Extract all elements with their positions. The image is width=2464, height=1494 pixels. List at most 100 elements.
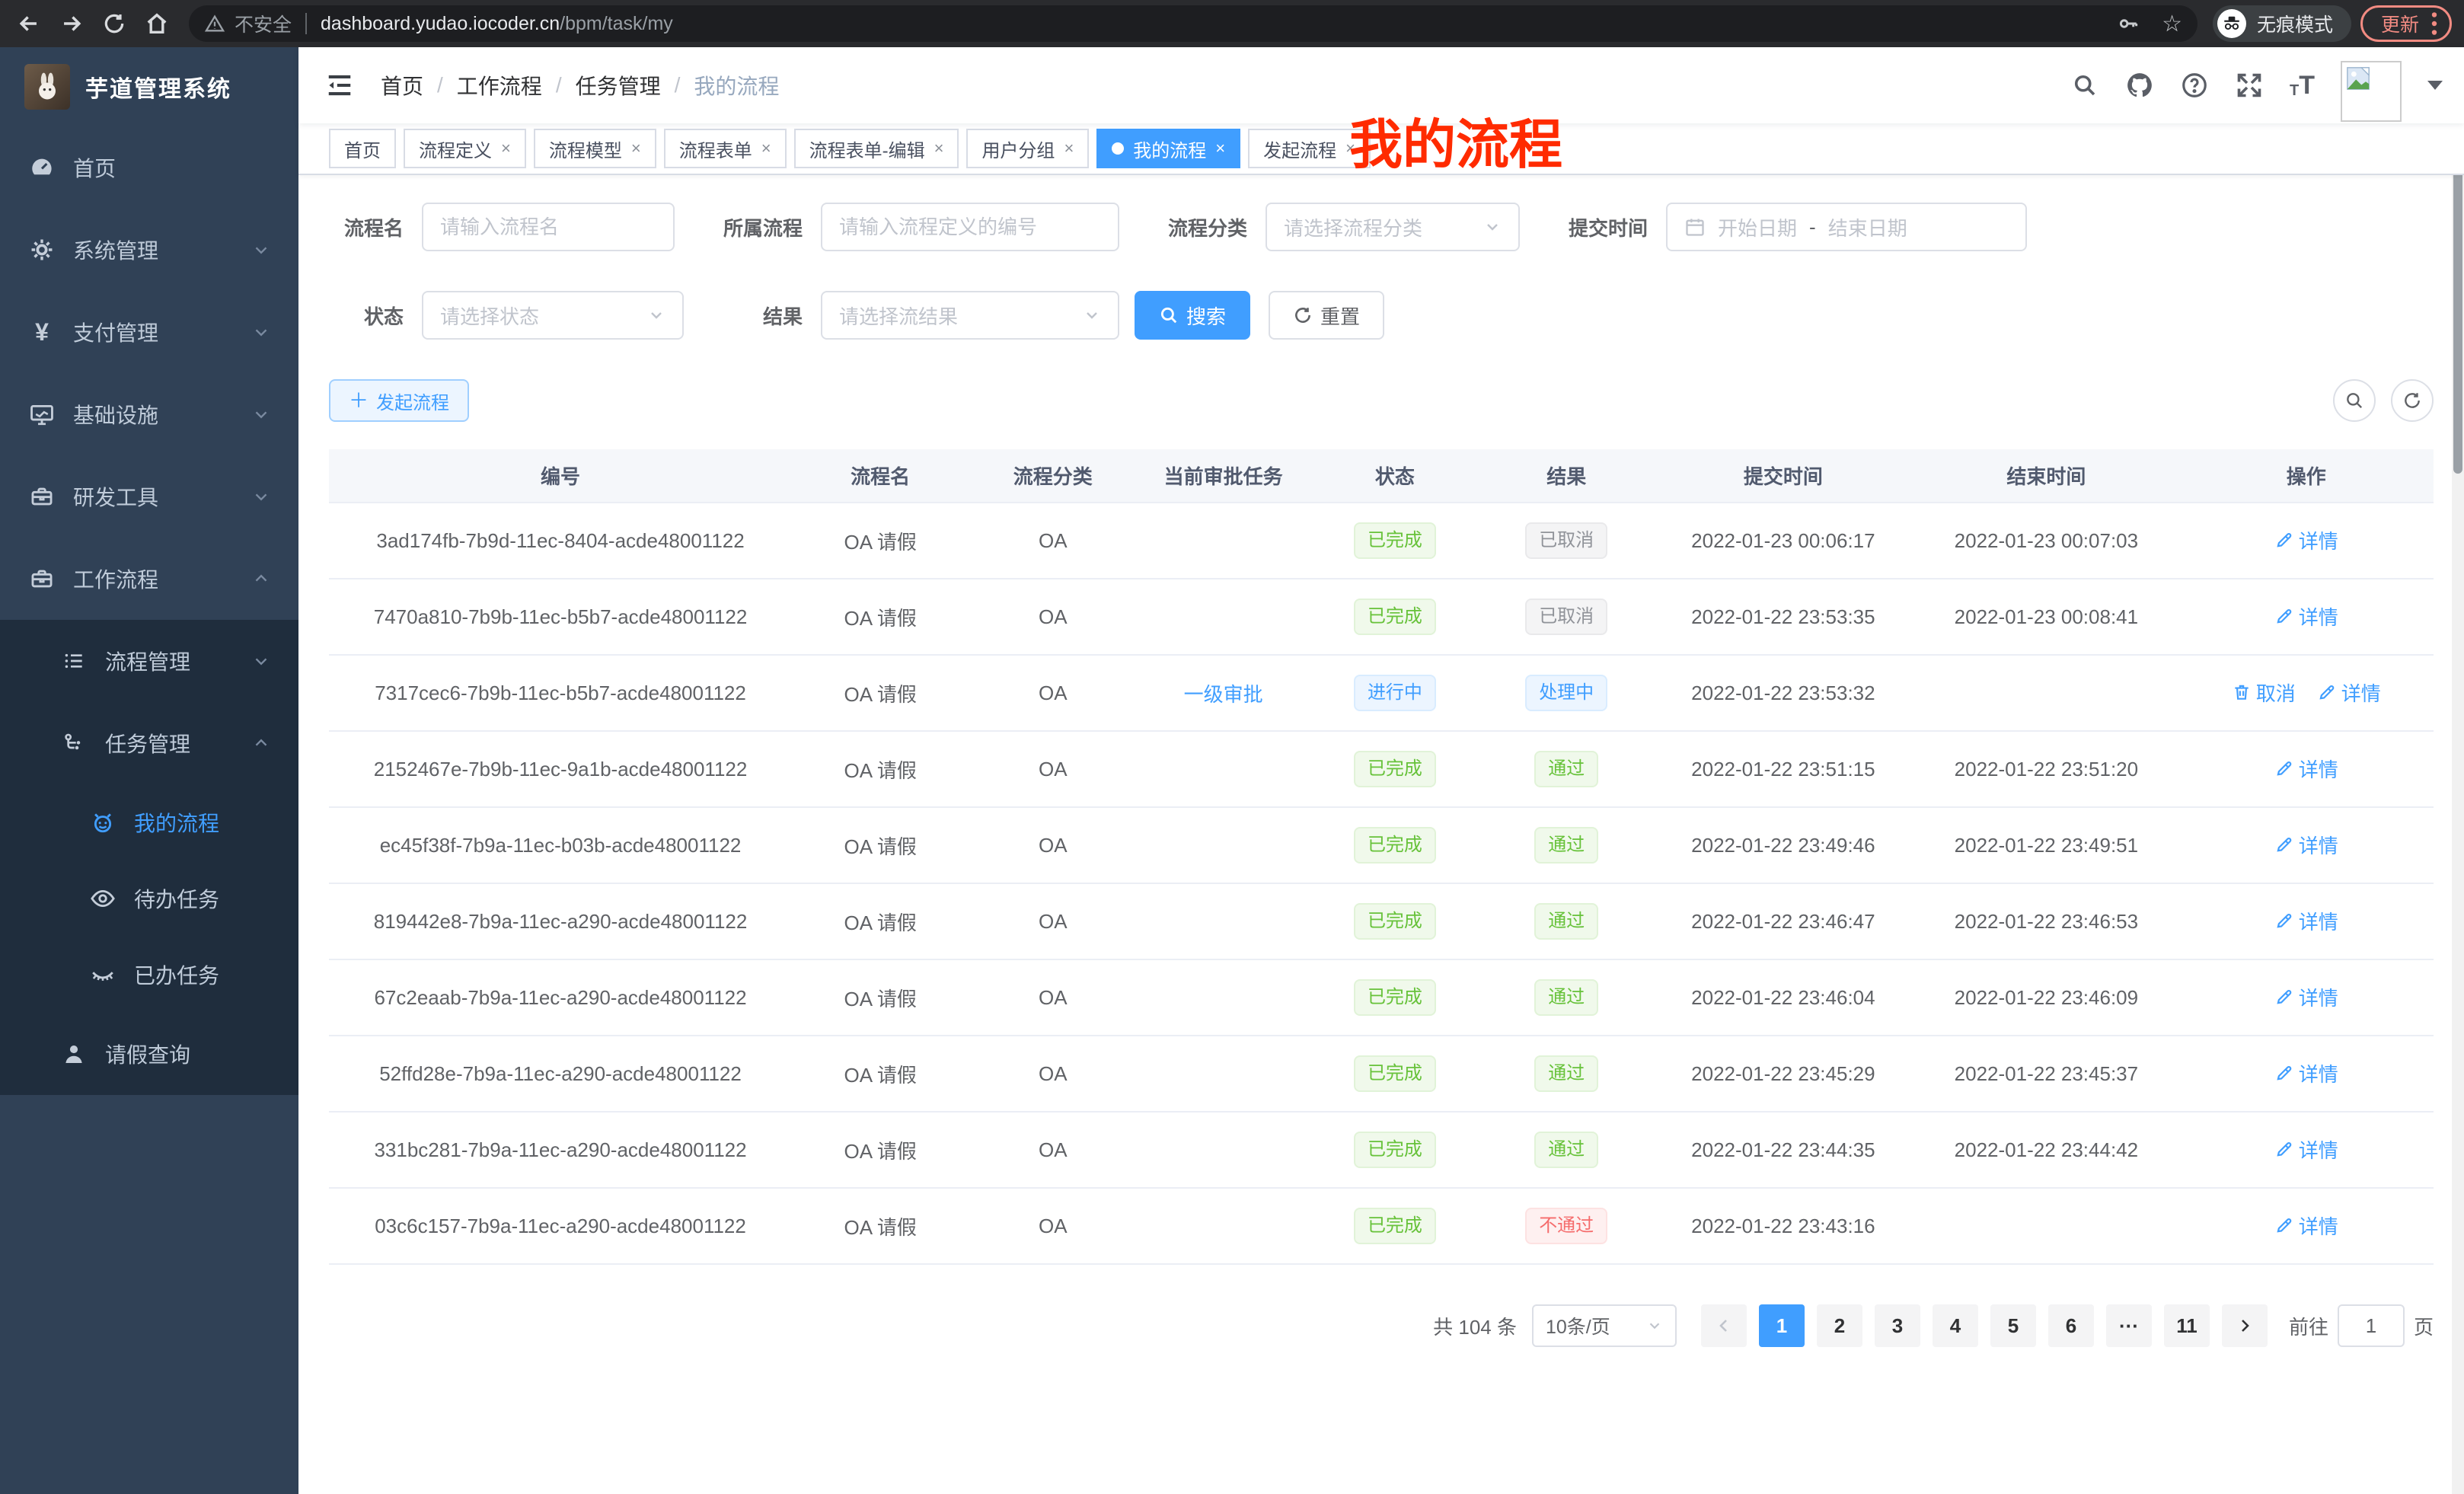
reset-button[interactable]: 重置 <box>1269 291 1384 340</box>
app-logo-row[interactable]: 芋道管理系统 <box>0 47 298 126</box>
browser-update-button[interactable]: 更新 <box>2360 5 2452 42</box>
page-size-select[interactable]: 10条/页 <box>1532 1304 1677 1347</box>
row-action-详情[interactable]: 详情 <box>2274 1059 2338 1087</box>
row-action-详情[interactable]: 详情 <box>2274 831 2338 859</box>
tab-我的流程[interactable]: 我的流程 × <box>1096 129 1240 168</box>
tab-流程模型[interactable]: 流程模型× <box>534 129 656 168</box>
close-icon[interactable]: × <box>761 139 771 158</box>
gear-icon <box>29 237 55 263</box>
pager-page-11[interactable]: 11 <box>2164 1304 2210 1347</box>
cell-category: OA <box>969 579 1137 655</box>
row-action-取消[interactable]: 取消 <box>2232 678 2296 707</box>
close-icon[interactable]: × <box>1064 139 1074 158</box>
sidebar-item-10[interactable]: 已办任务 <box>0 937 298 1013</box>
edit-icon <box>2274 758 2294 778</box>
pager-more[interactable]: ··· <box>2106 1304 2152 1347</box>
address-bar[interactable]: 不安全 dashboard.yudao.iocoder.cn/bpm/task/… <box>189 5 2197 42</box>
close-icon[interactable]: × <box>934 139 944 158</box>
help-icon[interactable] <box>2180 71 2209 100</box>
breadcrumb-item[interactable]: 任务管理 <box>576 70 661 101</box>
sidebar-item-1[interactable]: 系统管理 <box>0 209 298 291</box>
sidebar-item-label: 支付管理 <box>73 317 158 347</box>
breadcrumb: 首页/工作流程/任务管理/我的流程 <box>381 70 779 101</box>
row-action-详情[interactable]: 详情 <box>2274 907 2338 935</box>
search-button[interactable]: 搜索 <box>1135 291 1250 340</box>
fullscreen-icon[interactable] <box>2235 71 2264 100</box>
sidebar-item-0[interactable]: 首页 <box>0 126 298 209</box>
pager-page-1[interactable]: 1 <box>1759 1304 1805 1347</box>
current-task-link[interactable]: 一级审批 <box>1184 679 1263 707</box>
sidebar-item-label: 我的流程 <box>134 807 219 838</box>
breadcrumb-item[interactable]: 首页 <box>381 70 423 101</box>
github-icon[interactable] <box>2125 71 2154 100</box>
pager-page-6[interactable]: 6 <box>2048 1304 2094 1347</box>
search-icon[interactable] <box>2070 71 2099 100</box>
row-action-详情[interactable]: 详情 <box>2274 983 2338 1011</box>
column-header: 结束时间 <box>1913 449 2178 503</box>
cell-submit-time: 2022-01-23 00:06:17 <box>1653 503 1914 579</box>
browser-back-icon[interactable] <box>12 7 46 40</box>
close-icon[interactable]: × <box>631 139 641 158</box>
pager-page-3[interactable]: 3 <box>1875 1304 1920 1347</box>
process-definition-input[interactable] <box>821 203 1119 251</box>
cell-name: OA 请假 <box>792 503 969 579</box>
hamburger-icon[interactable] <box>323 69 356 102</box>
row-action-详情[interactable]: 详情 <box>2274 1211 2338 1240</box>
bookmark-star-icon[interactable]: ☆ <box>2162 11 2182 37</box>
sidebar-item-9[interactable]: 待办任务 <box>0 860 298 937</box>
tab-流程表单[interactable]: 流程表单× <box>664 129 787 168</box>
close-icon[interactable]: × <box>501 139 511 158</box>
password-key-icon[interactable] <box>2116 11 2140 36</box>
next-page-button[interactable] <box>2222 1304 2268 1347</box>
tab-用户分组[interactable]: 用户分组× <box>966 129 1089 168</box>
tab-流程定义[interactable]: 流程定义× <box>404 129 526 168</box>
browser-forward-icon[interactable] <box>55 7 88 40</box>
tab-流程表单-编辑[interactable]: 流程表单-编辑× <box>794 129 959 168</box>
sidebar-item-11[interactable]: 请假查询 <box>0 1013 298 1095</box>
cell-result: 已取消 <box>1480 503 1653 579</box>
pager-page-5[interactable]: 5 <box>1990 1304 2036 1347</box>
row-action-详情[interactable]: 详情 <box>2317 678 2381 707</box>
result-select[interactable]: 请选择流结果 <box>821 291 1119 340</box>
goto-page-input[interactable] <box>2338 1304 2405 1347</box>
row-action-详情[interactable]: 详情 <box>2274 755 2338 783</box>
fontsize-icon[interactable]: TT <box>2290 72 2315 98</box>
sidebar-item-7[interactable]: 任务管理 <box>0 702 298 784</box>
row-action-详情[interactable]: 详情 <box>2274 1135 2338 1164</box>
create-process-button[interactable]: ＋ 发起流程 <box>329 379 469 422</box>
pager-page-4[interactable]: 4 <box>1933 1304 1978 1347</box>
category-select[interactable]: 请选择流程分类 <box>1266 203 1520 251</box>
sidebar-item-4[interactable]: 研发工具 <box>0 455 298 538</box>
browser-home-icon[interactable] <box>140 7 174 40</box>
status-select[interactable]: 请选择状态 <box>422 291 684 340</box>
row-action-详情[interactable]: 详情 <box>2274 526 2338 554</box>
avatar-caret-icon[interactable] <box>2427 81 2443 90</box>
sidebar-item-3[interactable]: 基础设施 <box>0 373 298 455</box>
prev-page-button[interactable] <box>1701 1304 1747 1347</box>
submit-time-range-picker[interactable]: 开始日期 - 结束日期 <box>1666 203 2027 251</box>
browser-reload-icon[interactable] <box>97 7 131 40</box>
cell-task <box>1137 883 1310 959</box>
browser-toolbar: 不安全 dashboard.yudao.iocoder.cn/bpm/task/… <box>0 0 2464 47</box>
breadcrumb-item[interactable]: 工作流程 <box>457 70 542 101</box>
row-action-label: 详情 <box>2299 1135 2338 1164</box>
cell-end-time: 2022-01-22 23:49:51 <box>1913 807 2178 883</box>
sidebar-item-8[interactable]: 我的流程 <box>0 784 298 860</box>
pager-page-2[interactable]: 2 <box>1817 1304 1862 1347</box>
browser-menu-dots-icon[interactable] <box>2431 11 2437 36</box>
sidebar-item-6[interactable]: 流程管理 <box>0 620 298 702</box>
page-content: 流程名 所属流程 流程分类 请选择流程分类 提交时间 开始日期 - 结束日期 <box>298 175 2464 1494</box>
tab-label: 我的流程 <box>1133 136 1206 162</box>
toggle-search-button[interactable] <box>2333 379 2376 422</box>
process-name-input[interactable] <box>422 203 675 251</box>
cell-submit-time: 2022-01-22 23:44:35 <box>1653 1112 1914 1188</box>
sidebar-item-5[interactable]: 工作流程 <box>0 538 298 620</box>
avatar[interactable] <box>2341 61 2402 122</box>
tab-首页[interactable]: 首页 <box>329 129 396 168</box>
close-icon[interactable]: × <box>1215 139 1225 158</box>
refresh-table-button[interactable] <box>2391 379 2434 422</box>
scrollbar[interactable] <box>2452 47 2464 1494</box>
cell-category: OA <box>969 1112 1137 1188</box>
sidebar-item-2[interactable]: ¥支付管理 <box>0 291 298 373</box>
row-action-详情[interactable]: 详情 <box>2274 602 2338 630</box>
